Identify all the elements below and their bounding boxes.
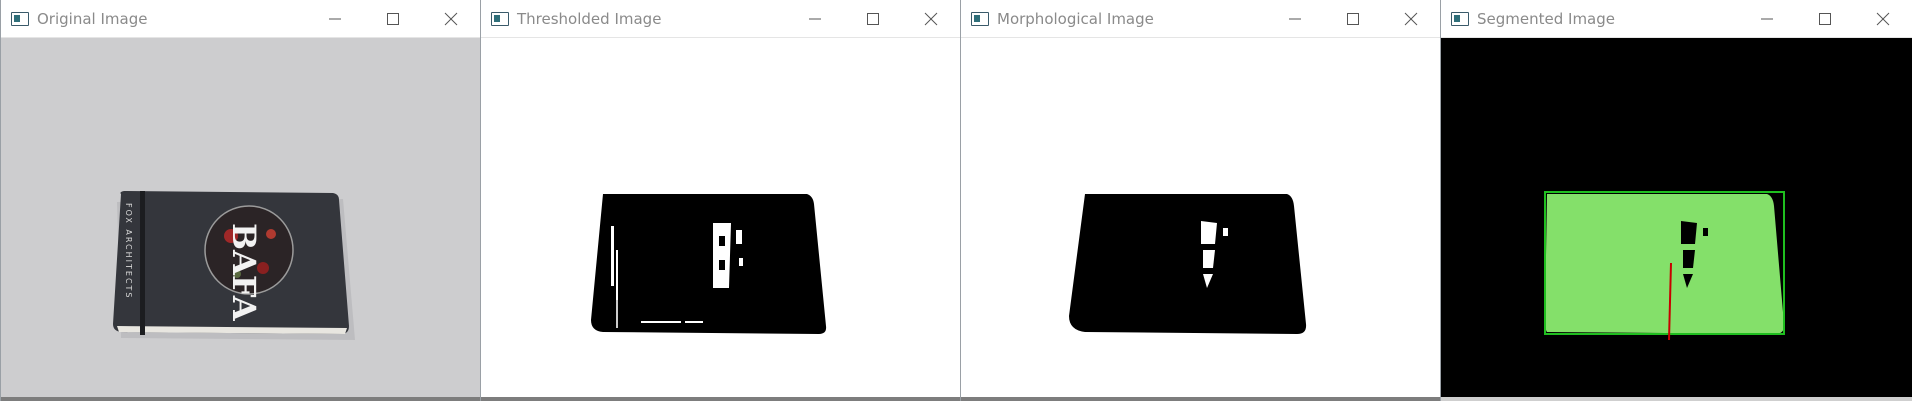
- image-canvas-thresholded: [481, 38, 960, 401]
- app-window-icon: [491, 11, 509, 26]
- segment-region: [1545, 194, 1785, 334]
- window-title: Morphological Image: [997, 9, 1154, 28]
- window-title: Original Image: [37, 9, 148, 28]
- close-button[interactable]: [902, 0, 960, 37]
- window-segmented[interactable]: Segmented Image: [1440, 0, 1912, 401]
- close-icon: [1404, 12, 1418, 25]
- close-button[interactable]: [1854, 0, 1912, 37]
- window-title: Thresholded Image: [517, 9, 662, 28]
- window-bottom-edge: [1441, 397, 1912, 401]
- maximize-icon: [867, 12, 879, 25]
- window-morphological[interactable]: Morphological Image: [960, 0, 1440, 401]
- maximize-button[interactable]: [1324, 0, 1382, 37]
- morphological-mask: [961, 38, 1440, 401]
- minimize-button[interactable]: [1738, 0, 1796, 37]
- close-button[interactable]: [422, 0, 480, 37]
- minimize-icon: [1289, 18, 1301, 19]
- minimize-icon: [329, 18, 341, 19]
- elastic-band: [140, 191, 145, 335]
- window-bottom-edge: [1, 397, 480, 401]
- minimize-icon: [1761, 18, 1773, 19]
- close-icon: [924, 12, 938, 25]
- window-bottom-edge: [481, 397, 960, 401]
- maximize-button[interactable]: [1796, 0, 1854, 37]
- original-photo: FOX ARCHITECTS BAFA: [1, 38, 480, 401]
- maximize-icon: [1347, 12, 1359, 25]
- cover-text: BAFA: [225, 223, 263, 322]
- window-original[interactable]: Original Image FOX ARCHITECTS BAFA: [0, 0, 480, 401]
- image-canvas-original: FOX ARCHITECTS BAFA: [1, 38, 480, 401]
- close-icon: [1876, 12, 1890, 25]
- maximize-icon: [1819, 12, 1831, 25]
- minimize-icon: [809, 18, 821, 19]
- app-window-icon: [971, 11, 989, 26]
- minimize-button[interactable]: [786, 0, 844, 37]
- minimize-button[interactable]: [1266, 0, 1324, 37]
- maximize-button[interactable]: [844, 0, 902, 37]
- maximize-button[interactable]: [364, 0, 422, 37]
- image-canvas-segmented: [1441, 38, 1912, 401]
- window-bottom-edge: [961, 397, 1440, 401]
- thresholded-mask: [481, 38, 960, 401]
- close-icon: [444, 12, 458, 25]
- app-window-icon: [1451, 11, 1469, 26]
- close-button[interactable]: [1382, 0, 1440, 37]
- titlebar-thresholded[interactable]: Thresholded Image: [481, 0, 960, 38]
- titlebar-segmented[interactable]: Segmented Image: [1441, 0, 1912, 38]
- spine-text: FOX ARCHITECTS: [124, 203, 133, 300]
- app-window-icon: [11, 11, 29, 26]
- image-canvas-morphological: [961, 38, 1440, 401]
- window-thresholded[interactable]: Thresholded Image: [480, 0, 960, 401]
- window-title: Segmented Image: [1477, 9, 1615, 28]
- minimize-button[interactable]: [306, 0, 364, 37]
- segmented-result: [1441, 38, 1912, 401]
- titlebar-morphological[interactable]: Morphological Image: [961, 0, 1440, 38]
- maximize-icon: [387, 12, 399, 25]
- titlebar-original[interactable]: Original Image: [1, 0, 480, 38]
